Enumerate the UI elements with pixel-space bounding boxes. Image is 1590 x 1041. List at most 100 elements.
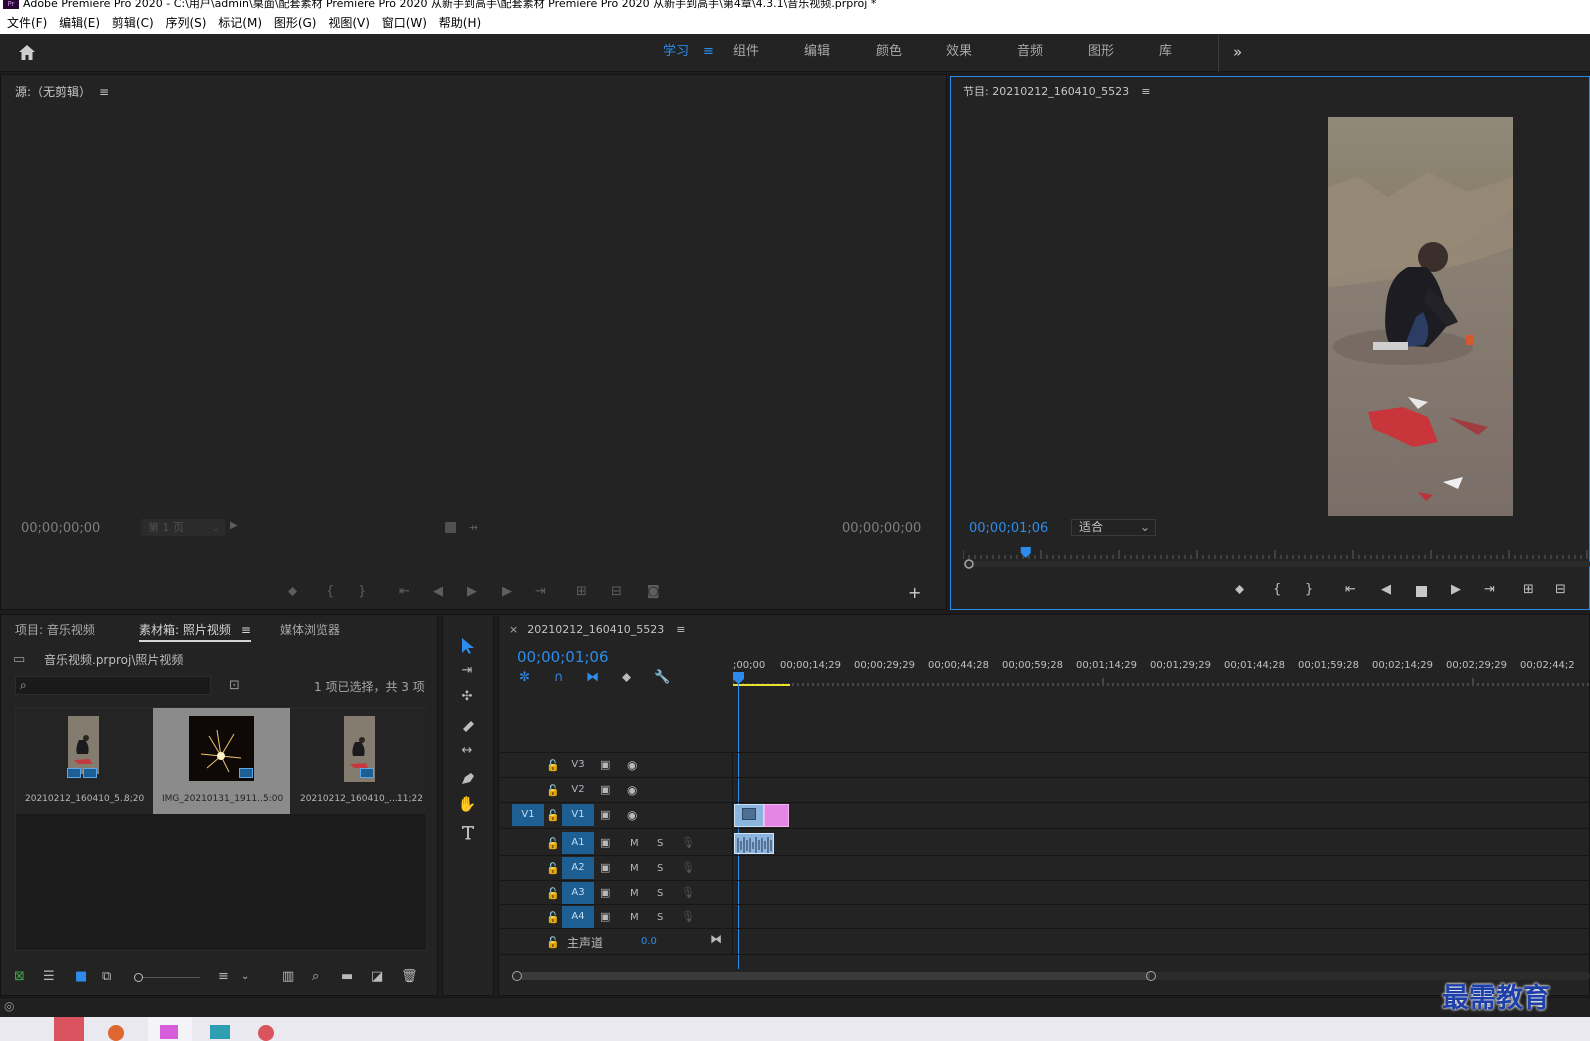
bin-item[interactable]: 20210212_160410_5... 8;20 [16,708,153,814]
menu-graphics[interactable]: 图形(G) [274,12,317,34]
bin-search-input[interactable]: ⌕ [15,676,211,695]
find-icon[interactable]: ⌕ [312,969,319,985]
source-timecode-left[interactable]: 00;00;00;00 [21,521,100,536]
workspace-overflow-icon[interactable]: » [1233,34,1242,72]
new-bin-icon[interactable]: ▬ [341,969,353,985]
wrench-icon[interactable]: 🔧 [654,670,670,686]
home-icon[interactable] [18,44,36,61]
menu-file[interactable]: 文件(F) [7,12,47,34]
chevron-down-icon[interactable]: ⌄ [241,969,249,985]
solo-button[interactable]: S [657,912,663,923]
lock-icon[interactable]: 🔓 [546,910,560,926]
tab-media-browser[interactable]: 媒体浏览器 [280,621,340,638]
nest-icon[interactable]: ✼ [519,670,530,686]
add-marker-icon[interactable]: ⬥ [288,584,297,599]
workspace-effects[interactable]: 效果 [946,34,972,72]
taskbar-app-active[interactable] [148,1017,192,1041]
timeline-ruler[interactable] [733,672,1590,690]
program-timecode[interactable]: 00;00;01;06 [969,521,1048,536]
mic-icon[interactable]: 🎙 [681,909,695,925]
step-forward-icon[interactable]: ▶ [502,584,512,599]
linked-selection-icon[interactable]: ⧓ [586,670,599,686]
tab-bin[interactable]: 素材箱: 照片视频 ≡ [139,621,251,642]
taskbar-app-icon[interactable] [54,1017,84,1041]
tab-project[interactable]: 项目: 音乐视频 [15,621,95,638]
timeline-scrollbar[interactable] [512,971,1590,981]
sync-lock-icon[interactable]: ▣ [600,860,610,876]
zoom-slider-handle[interactable] [134,973,143,982]
program-monitor-title[interactable]: 节目: 20210212_160410_5523 ≡ [963,83,1150,99]
workspace-menu-icon[interactable]: ≡ [703,44,714,59]
workspace-graphics[interactable]: 图形 [1088,34,1114,72]
mute-button[interactable]: M [630,912,639,923]
lock-icon[interactable]: 🔓 [546,861,560,877]
extract-icon[interactable]: ⊟ [1555,582,1566,597]
lock-icon[interactable]: 🔓 [546,758,560,774]
list-view-icon[interactable]: ☰ [43,969,55,985]
source-patch-v1[interactable]: V1 [512,804,544,826]
overwrite-icon[interactable]: ⊟ [611,584,622,599]
automate-to-sequence-icon[interactable]: ▥ [282,969,294,985]
source-monitor-title[interactable]: 源:（无剪辑） ≡ [15,83,109,100]
lock-icon[interactable]: 🔓 [546,886,560,902]
type-tool-icon[interactable] [460,825,476,840]
lock-icon[interactable]: 🔓 [546,783,560,799]
folder-up-icon[interactable]: ▭ [13,652,25,668]
step-back-icon[interactable]: ◀ [433,584,443,599]
razor-tool-icon[interactable] [460,719,476,733]
eye-icon[interactable]: ◉ [627,807,637,823]
go-to-end-icon[interactable]: ⧓ [710,931,722,947]
workspace-assembly[interactable]: 组件 [733,34,759,72]
go-to-out-icon[interactable]: ⇥ [535,584,546,599]
track-target-a1[interactable]: A1 [562,832,594,854]
menu-clip[interactable]: 剪辑(C) [112,12,154,34]
timeline-tab[interactable]: × 20210212_160410_5523 ≡ [509,623,685,636]
zoom-slider[interactable] [134,973,200,982]
track-target-v1[interactable]: V1 [562,804,594,826]
lock-icon[interactable]: 🔓 [546,935,560,951]
taskbar-app-icon[interactable] [210,1025,230,1039]
pen-tool-icon[interactable] [460,772,476,786]
timeline-timecode[interactable]: 00;00;01;06 [517,648,609,666]
workspace-libraries[interactable]: 库 [1159,34,1172,72]
sync-lock-icon[interactable]: ▣ [600,782,610,798]
freeform-view-icon[interactable]: ⧉ [102,969,111,985]
taskbar-app-icon[interactable] [108,1025,124,1041]
video-clip-pink[interactable] [764,804,789,827]
slip-tool-icon[interactable]: ↔ [457,743,477,759]
track-target-a2[interactable]: A2 [562,857,594,879]
find-in-bin-icon[interactable]: ⊡ [229,678,240,694]
go-to-in-icon[interactable]: ⇤ [1345,582,1356,597]
eye-icon[interactable]: ◉ [627,757,637,773]
trash-icon[interactable]: 🗑 [401,969,418,985]
source-page-select[interactable]: 第 1 页 ⌄ [141,519,225,536]
track-select-tool-icon[interactable]: ⇥ [457,663,477,679]
go-to-in-icon[interactable]: ⇤ [399,584,410,599]
mic-icon[interactable]: 🎙 [681,835,695,851]
snap-icon[interactable]: ∩ [554,670,564,686]
button-editor-add-icon[interactable]: + [908,583,921,602]
sync-lock-icon[interactable]: ▣ [600,807,610,823]
panel-menu-icon[interactable]: ≡ [676,623,685,636]
sync-lock-icon[interactable]: ▣ [600,757,610,773]
close-icon[interactable]: × [509,623,518,636]
sync-lock-icon[interactable]: ▣ [600,885,610,901]
mic-icon[interactable]: 🎙 [681,885,695,901]
solo-button[interactable]: S [657,838,663,849]
step-forward-icon[interactable]: ▶ [1451,582,1461,597]
sync-lock-icon[interactable]: ▣ [600,835,610,851]
add-marker-icon[interactable]: ⬥ [622,670,631,686]
bin-item-selected[interactable]: IMG_20210131_1911... 5:00 [153,708,290,814]
track-target-v3[interactable]: V3 [562,754,594,776]
panel-menu-icon[interactable]: ≡ [241,623,251,637]
add-marker-icon[interactable]: ⬥ [1235,582,1244,597]
insert-icon[interactable]: ⊞ [576,584,587,599]
new-item-icon[interactable]: ◪ [371,969,383,985]
mic-icon[interactable]: 🎙 [681,860,695,876]
menu-marker[interactable]: 标记(M) [218,12,262,34]
workspace-audio[interactable]: 音频 [1017,34,1043,72]
track-target-v2[interactable]: V2 [562,779,594,801]
mute-button[interactable]: M [630,838,639,849]
source-settings-icon[interactable] [445,522,456,533]
hand-tool-icon[interactable]: ✋ [457,796,477,812]
